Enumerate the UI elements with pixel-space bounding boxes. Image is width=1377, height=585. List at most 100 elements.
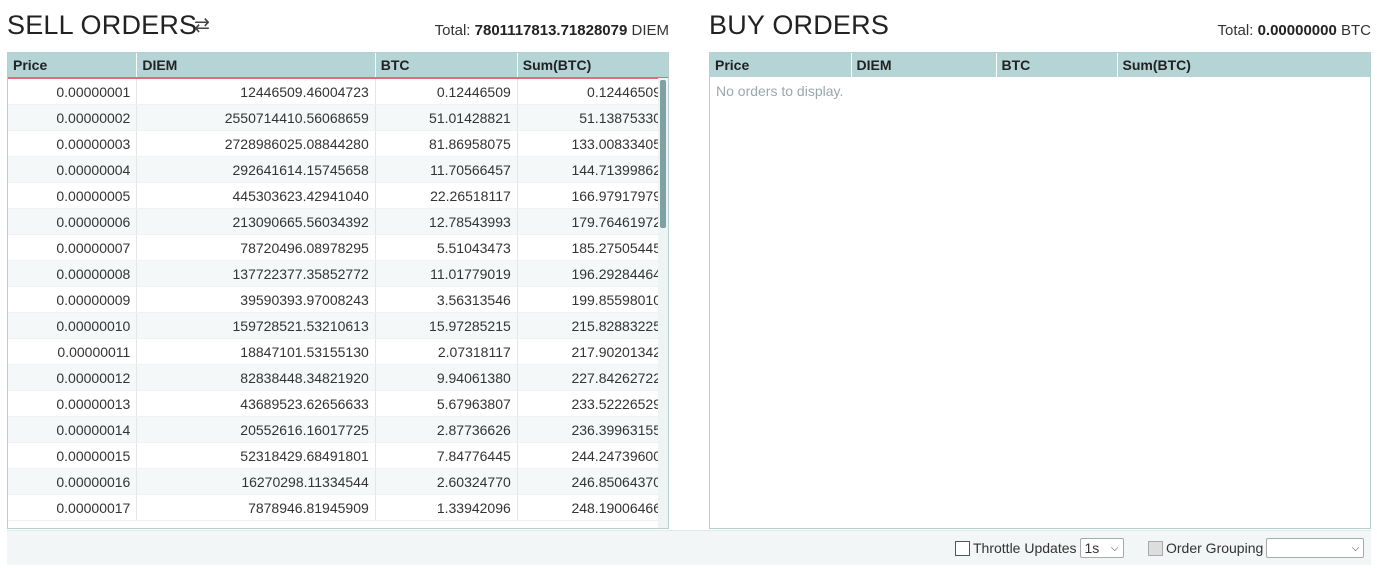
price-cell: 0.00000007 — [8, 234, 138, 261]
sell-orders-body: 0.00000001 12446509.46004723 0.12446509 0.1… — [8, 78, 668, 521]
price-cell: 0.00000008 — [8, 260, 138, 287]
throttle-interval-select[interactable]: 1s ⌵ — [1079, 538, 1124, 558]
sum-btc-cell: 133.00833405 — [517, 130, 668, 157]
chevron-down-icon: ⌵ — [1110, 542, 1119, 554]
diem-cell: 292641614.15745658 — [136, 156, 376, 183]
btc-cell: 51.01428821 — [375, 104, 518, 131]
buy-orders-table-container: Price DIEM BTC Sum(BTC) No orders to dis… — [709, 52, 1371, 529]
sell-scrollbar[interactable] — [658, 78, 668, 528]
swap-icon[interactable]: ⇄ — [194, 14, 210, 37]
price-cell: 0.00000005 — [8, 182, 138, 209]
sell-order-row[interactable]: 0.00000016 16270298.11334544 2.60324770 246… — [8, 468, 668, 495]
sum-btc-cell: 166.97917979 — [517, 182, 668, 209]
btc-cell: 11.01779019 — [375, 260, 518, 287]
btc-cell: 7.84776445 — [375, 442, 518, 469]
btc-cell: 2.87736626 — [375, 416, 518, 443]
btc-cell: 0.12446509 — [375, 78, 518, 105]
sell-order-row[interactable]: 0.00000005 445303623.42941040 22.26518117 1… — [8, 182, 668, 209]
sell-orders-table: Price DIEM BTC Sum(BTC) 0.00000001 124465… — [8, 53, 668, 521]
column-header-price[interactable]: Price — [710, 53, 852, 77]
price-cell: 0.00000011 — [8, 338, 138, 365]
diem-cell: 43689523.62656633 — [136, 390, 376, 417]
btc-cell: 5.51043473 — [375, 234, 518, 261]
buy-header-row: Price DIEM BTC Sum(BTC) — [710, 53, 1370, 77]
column-header-price[interactable]: Price — [8, 53, 138, 79]
column-header-diem[interactable]: DIEM — [851, 53, 997, 77]
sell-order-row[interactable]: 0.00000015 52318429.68491801 7.84776445 244… — [8, 442, 668, 469]
diem-cell: 213090665.56034392 — [136, 208, 376, 235]
sell-order-row[interactable]: 0.00000003 2728986025.08844280 81.86958075… — [8, 130, 668, 157]
btc-cell: 12.78543993 — [375, 208, 518, 235]
sell-order-row[interactable]: 0.00000001 12446509.46004723 0.12446509 0.1… — [8, 78, 668, 105]
column-header-sum-btc[interactable]: Sum(BTC) — [517, 53, 668, 79]
sell-order-row[interactable]: 0.00000010 159728521.53210613 15.97285215 2… — [8, 312, 668, 339]
throttle-interval-value: 1s — [1084, 540, 1100, 556]
sum-btc-cell: 144.71399862 — [517, 156, 668, 183]
sum-btc-cell: 248.19006466 — [517, 494, 668, 521]
throttle-updates-label: Throttle Updates — [973, 540, 1077, 556]
order-grouping-label: Order Grouping — [1166, 540, 1264, 556]
diem-cell: 18847101.53155130 — [136, 338, 376, 365]
column-header-diem[interactable]: DIEM — [136, 53, 376, 79]
sell-order-row[interactable]: 0.00000013 43689523.62656633 5.67963807 233… — [8, 390, 668, 417]
btc-cell: 5.67963807 — [375, 390, 518, 417]
btc-cell: 2.07318117 — [375, 338, 518, 365]
sell-order-row[interactable]: 0.00000009 39590393.97008243 3.56313546 199… — [8, 286, 668, 313]
buy-total-value: 0.00000000 — [1257, 22, 1337, 39]
buy-orders-header: BUY ORDERS Total: 0.00000000 BTC — [709, 0, 1371, 52]
sell-order-row[interactable]: 0.00000007 78720496.08978295 5.51043473 185… — [8, 234, 668, 261]
btc-cell: 22.26518117 — [375, 182, 518, 209]
buy-orders-empty-message: No orders to display. — [716, 83, 844, 99]
buy-total-unit: BTC — [1336, 22, 1371, 39]
btc-cell: 81.86958075 — [375, 130, 518, 157]
sell-order-row[interactable]: 0.00000011 18847101.53155130 2.07318117 217… — [8, 338, 668, 365]
price-cell: 0.00000014 — [8, 416, 138, 443]
sell-order-row[interactable]: 0.00000008 137722377.35852772 11.01779019 1… — [8, 260, 668, 287]
sum-btc-cell: 227.84262722 — [517, 364, 668, 391]
diem-cell: 2728986025.08844280 — [136, 130, 376, 157]
sell-orders-title: SELL ORDERS — [7, 10, 198, 40]
column-header-btc[interactable]: BTC — [375, 53, 518, 79]
diem-cell: 12446509.46004723 — [136, 78, 376, 105]
sum-btc-cell: 179.76461972 — [517, 208, 668, 235]
sum-btc-cell: 217.90201342 — [517, 338, 668, 365]
price-cell: 0.00000006 — [8, 208, 138, 235]
sell-scrollbar-thumb[interactable] — [660, 80, 666, 228]
sum-btc-cell: 199.85598010 — [517, 286, 668, 313]
price-cell: 0.00000016 — [8, 468, 138, 495]
diem-cell: 137722377.35852772 — [136, 260, 376, 287]
throttle-updates-checkbox[interactable] — [955, 540, 970, 556]
diem-cell: 52318429.68491801 — [136, 442, 376, 469]
order-grouping-checkbox[interactable] — [1148, 540, 1163, 556]
sum-btc-cell: 185.27505445 — [517, 234, 668, 261]
price-cell: 0.00000003 — [8, 130, 138, 157]
sum-btc-cell: 0.12446509 — [517, 78, 668, 105]
btc-cell: 2.60324770 — [375, 468, 518, 495]
chevron-down-icon: ⌵ — [1351, 542, 1360, 554]
sell-order-row[interactable]: 0.00000014 20552616.16017725 2.87736626 236… — [8, 416, 668, 443]
buy-orders-table: Price DIEM BTC Sum(BTC) — [710, 53, 1370, 77]
price-cell: 0.00000012 — [8, 364, 138, 391]
sell-order-row[interactable]: 0.00000006 213090665.56034392 12.78543993 1… — [8, 208, 668, 235]
sum-btc-cell: 236.39963155 — [517, 416, 668, 443]
sell-order-row[interactable]: 0.00000004 292641614.15745658 11.70566457 1… — [8, 156, 668, 183]
sell-order-row[interactable]: 0.00000002 2550714410.56068659 51.01428821… — [8, 104, 668, 131]
column-header-btc[interactable]: BTC — [996, 53, 1118, 77]
sell-order-row[interactable]: 0.00000012 82838448.34821920 9.94061380 227… — [8, 364, 668, 391]
diem-cell: 16270298.11334544 — [136, 468, 376, 495]
sell-order-row[interactable]: 0.00000017 7878946.81945909 1.33942096 248.… — [8, 494, 668, 521]
sum-btc-cell: 51.13875330 — [517, 104, 668, 131]
sell-total: Total: 7801117813.71828079 DIEM — [435, 22, 669, 39]
diem-cell: 20552616.16017725 — [136, 416, 376, 443]
column-header-sum-btc[interactable]: Sum(BTC) — [1117, 53, 1370, 77]
sell-header-row: Price DIEM BTC Sum(BTC) — [8, 53, 668, 79]
btc-cell: 3.56313546 — [375, 286, 518, 313]
price-cell: 0.00000013 — [8, 390, 138, 417]
sum-btc-cell: 196.29284464 — [517, 260, 668, 287]
order-book-controls-bar: Throttle Updates 1s ⌵ Order Grouping ⌵ — [7, 530, 1371, 565]
sell-orders-header: SELL ORDERS ⇄ Total: 7801117813.71828079… — [7, 0, 669, 52]
price-cell: 0.00000010 — [8, 312, 138, 339]
sell-total-label: Total: — [434, 22, 475, 39]
order-grouping-select[interactable]: ⌵ — [1266, 538, 1365, 558]
price-cell: 0.00000015 — [8, 442, 138, 469]
